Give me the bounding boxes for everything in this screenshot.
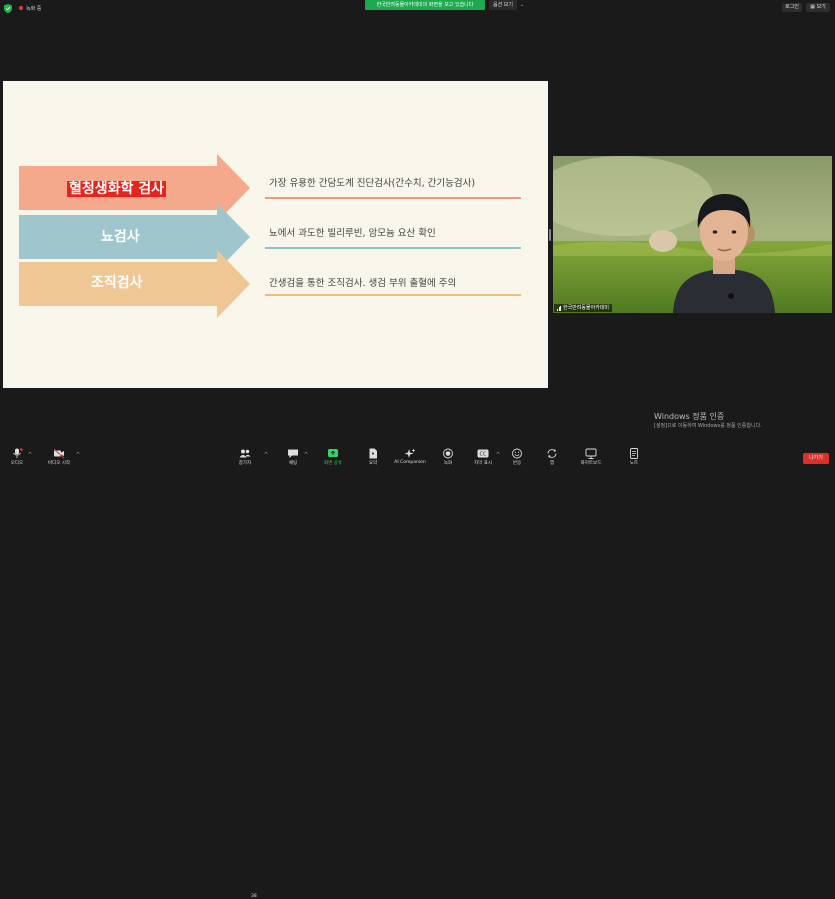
svg-text:CC: CC [480, 452, 487, 458]
participant-name: 한국반려동물아카데미 [563, 305, 610, 311]
video-button[interactable]: 비디오 시작 [44, 446, 74, 468]
participant-name-tag: 한국반려동물아카데미 [554, 304, 613, 312]
summary-button[interactable]: 요약 [362, 446, 384, 468]
camera-off-icon [53, 448, 65, 459]
resize-handle[interactable] [549, 229, 551, 241]
participants-count: 38 [251, 894, 257, 899]
whiteboard-label: 화이트보드 [580, 461, 602, 466]
chat-caret-icon[interactable]: ^ [304, 452, 308, 458]
windows-activation-subtitle: [설정]으로 이동하여 Windows를 정품 인증합니다. [654, 423, 762, 429]
participant-video[interactable]: 한국반려동물아카데미 [553, 156, 832, 313]
record-dot-icon [19, 6, 23, 10]
video-frame [553, 156, 832, 313]
description-1: 가장 유용한 간담도계 진단검사(간수치, 간기능검사) [269, 178, 476, 189]
shared-screen-slide[interactable]: 혈청생화학 검사 뇨검사 조직검사 가장 유용한 간담도계 진단검사(간수치, … [3, 81, 548, 388]
reactions-button[interactable]: 반응 [507, 446, 527, 468]
participants-icon [239, 449, 251, 458]
captions-caret-icon[interactable]: ^ [496, 452, 500, 458]
record-label: 녹화 [443, 461, 453, 466]
participants-caret-icon[interactable]: ^ [264, 452, 268, 458]
chat-label: 채팅 [288, 461, 298, 466]
description-2: 뇨에서 과도한 빌리루빈, 암모늄 요산 확인 [269, 228, 436, 239]
summary-label: 요약 [368, 461, 378, 466]
share-screen-label: 화면 공유 [324, 461, 342, 466]
underline-3 [265, 294, 521, 296]
video-label: 비디오 시작 [47, 461, 71, 466]
audio-caret-icon[interactable]: ^ [28, 452, 32, 458]
video-caret-icon[interactable]: ^ [76, 452, 80, 458]
microphone-icon [13, 448, 23, 458]
apps-icon [547, 449, 557, 458]
recording-label: 녹화 중 [26, 5, 42, 12]
chevron-down-icon[interactable]: ⌄ [520, 0, 524, 10]
chat-icon [288, 449, 298, 458]
captions-button[interactable]: CC 자막 표시 [470, 446, 496, 468]
ai-companion-label: AI Companion [394, 460, 426, 465]
description-3: 간생검을 통한 조직검사. 생검 부위 출혈에 주의 [269, 278, 457, 289]
leave-meeting-button[interactable]: 나가기 [803, 453, 829, 464]
apps-button[interactable]: 앱 [542, 446, 562, 468]
underline-1 [265, 197, 521, 199]
meeting-toolbar: 오디오 ^ 비디오 시작 ^ 참가자 38 ^ 채팅 ^ 화면 공유 요약 AI… [0, 444, 835, 899]
arrow-title-2: 뇨검사 [101, 229, 140, 245]
windows-activation-title: Windows 정품 인증 [654, 412, 725, 421]
ai-companion-button[interactable]: AI Companion [392, 446, 428, 468]
recording-indicator[interactable]: 녹화 중 [19, 3, 41, 13]
view-button[interactable]: ▦ 보기 [806, 3, 830, 12]
apps-label: 앱 [549, 461, 555, 466]
share-screen-button[interactable]: 화면 공유 [320, 446, 346, 468]
arrow-title-1: 혈청생화학 검사 [67, 179, 167, 199]
captions-label: 자막 표시 [474, 461, 492, 466]
highlighted-title: 혈청생화학 검사 [67, 181, 167, 197]
captions-icon: CC [477, 449, 489, 458]
summary-icon [369, 448, 377, 459]
notes-button[interactable]: 노트 [624, 446, 644, 468]
view-options-button[interactable]: 옵션 보기 [489, 0, 517, 10]
underline-2 [265, 247, 521, 249]
grid-icon: ▦ [810, 4, 815, 10]
notes-label: 노트 [629, 461, 639, 466]
audio-button[interactable]: 오디오 [6, 446, 28, 468]
login-button[interactable]: 로그인 [782, 3, 802, 12]
top-bar: 녹화 중 한국반려동물아카데미의 화면을 보고 있습니다 옵션 보기 ⌄ 로그인… [0, 0, 835, 16]
arrow-title-3: 조직검사 [91, 275, 143, 291]
share-screen-icon [328, 449, 338, 457]
notes-icon [630, 448, 638, 459]
participants-label: 참가자 [238, 461, 252, 466]
record-button[interactable]: 녹화 [438, 446, 458, 468]
view-button-label: 보기 [816, 4, 826, 10]
participants-button[interactable]: 참가자 [234, 446, 256, 468]
reactions-label: 반응 [512, 461, 522, 466]
shield-icon[interactable] [4, 4, 12, 13]
smiley-icon [512, 448, 522, 459]
signal-icon [557, 305, 561, 311]
whiteboard-icon [585, 448, 597, 459]
audio-label: 오디오 [10, 461, 24, 466]
chat-button[interactable]: 채팅 [282, 446, 304, 468]
sparkle-icon [404, 448, 416, 458]
whiteboard-button[interactable]: 화이트보드 [577, 446, 605, 468]
record-icon [443, 448, 453, 459]
share-banner: 한국반려동물아카데미의 화면을 보고 있습니다 [365, 0, 485, 10]
